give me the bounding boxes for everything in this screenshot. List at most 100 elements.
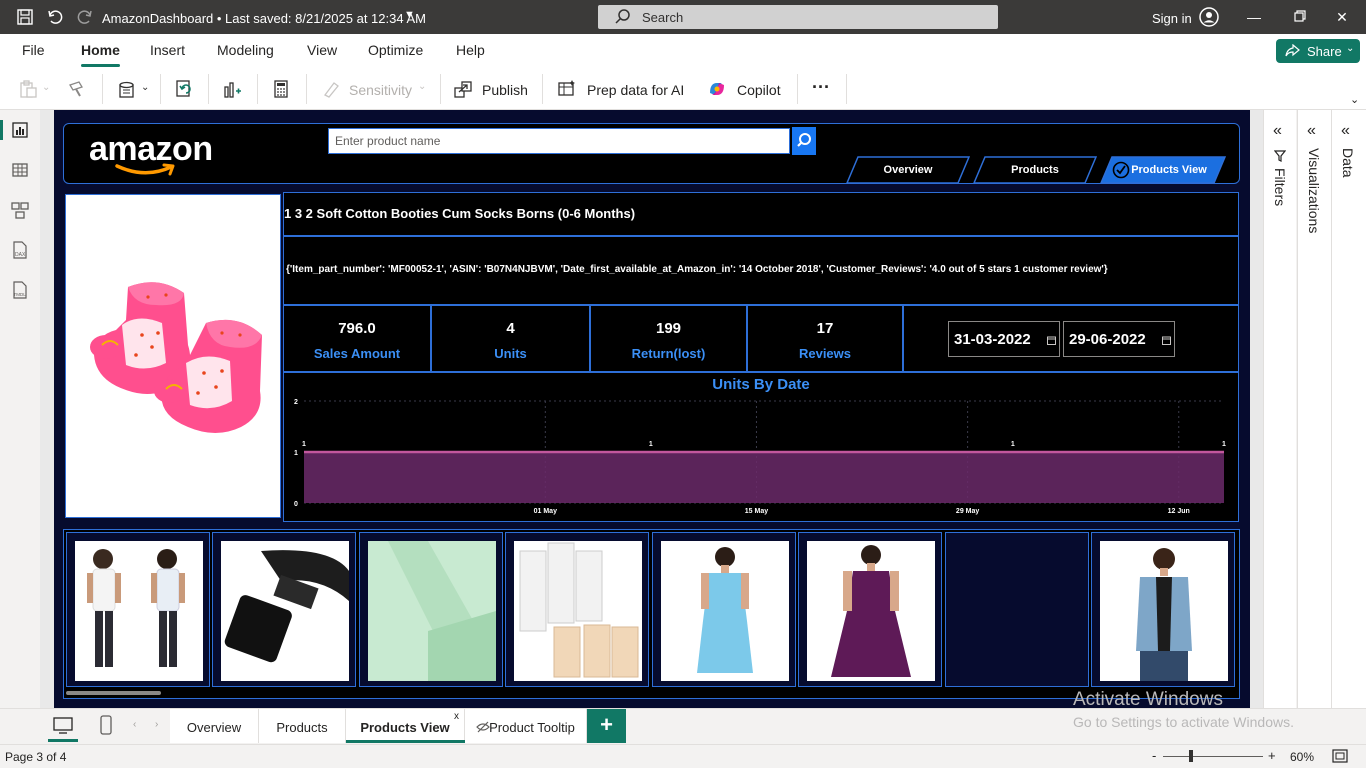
zoom-slider[interactable]	[1163, 756, 1263, 757]
search-icon	[797, 133, 811, 147]
svg-text:DAX: DAX	[15, 252, 26, 258]
data-label: 1	[649, 441, 653, 448]
visualizations-pane[interactable]: « Visualizations	[1297, 110, 1331, 708]
undo-icon[interactable]	[46, 8, 64, 26]
gallery-item[interactable]	[1091, 532, 1235, 687]
ribbon-separator	[160, 74, 161, 104]
report-view-icon[interactable]	[10, 120, 30, 140]
chevron-down-icon[interactable]: ⌄	[141, 82, 149, 93]
ribbon-separator	[542, 74, 543, 104]
data-pane[interactable]: « Data	[1331, 110, 1366, 708]
gallery-item[interactable]	[212, 532, 356, 687]
menu-help[interactable]: Help	[456, 42, 485, 58]
fit-to-page-icon[interactable]	[1332, 749, 1348, 763]
end-date-field[interactable]: 29-06-2022	[1063, 321, 1175, 357]
nav-tab-overview[interactable]: Overview	[846, 156, 970, 184]
chevron-down-icon[interactable]: ▼	[404, 9, 415, 21]
end-date: 29-06-2022	[1069, 331, 1146, 348]
gallery-item[interactable]	[505, 532, 649, 687]
collapse-ribbon-icon[interactable]: ⌄	[1350, 93, 1359, 106]
nav-tab-products[interactable]: Products	[973, 156, 1097, 184]
document-title[interactable]: AmazonDashboard • Last saved: 8/21/2025 …	[102, 11, 426, 26]
page-tab-products[interactable]: Products	[259, 709, 346, 743]
calendar-icon[interactable]	[1047, 336, 1056, 345]
publish-button[interactable]: Publish	[482, 82, 528, 98]
menu-home[interactable]: Home	[81, 42, 120, 58]
expand-visualizations-icon[interactable]: «	[1307, 122, 1316, 140]
paste-icon[interactable]	[18, 79, 38, 99]
expand-filters-icon[interactable]: «	[1273, 122, 1282, 140]
sign-in-link[interactable]: Sign in	[1152, 11, 1192, 26]
desktop-layout-icon[interactable]	[53, 717, 73, 735]
zoom-level[interactable]: 60%	[1290, 750, 1314, 764]
model-view-icon[interactable]	[10, 200, 30, 220]
menu-modeling[interactable]: Modeling	[217, 42, 274, 58]
dax-query-icon[interactable]: DAX	[10, 240, 30, 260]
gallery-item[interactable]	[66, 532, 210, 687]
zoom-in-icon[interactable]: +	[1268, 748, 1276, 763]
chevron-left-icon[interactable]: ‹	[133, 719, 136, 730]
search-box[interactable]: Search	[598, 5, 998, 29]
units-by-date-chart[interactable]: Units By Date 0 1 2 01 May 15 May 29 May 12 Ju…	[283, 372, 1239, 522]
menu-file[interactable]: File	[22, 42, 45, 58]
mobile-layout-icon[interactable]	[100, 715, 112, 735]
prep-data-button[interactable]: Prep data for AI	[587, 82, 684, 98]
chevron-down-icon[interactable]: ⌄	[418, 81, 426, 92]
tmdl-view-icon[interactable]: TMDL	[10, 280, 30, 300]
nav-tab-products-view[interactable]: Products View	[1100, 156, 1226, 184]
sensitivity-label[interactable]: Sensitivity	[349, 82, 412, 98]
copilot-button[interactable]: Copilot	[737, 82, 781, 98]
prep-data-icon[interactable]	[557, 79, 577, 99]
chevron-down-icon[interactable]: ⌄	[42, 82, 50, 93]
gallery-item[interactable]	[359, 532, 503, 687]
page-tab-overview[interactable]: Overview	[170, 709, 259, 743]
gallery-scrollbar[interactable]	[66, 691, 161, 695]
copilot-icon[interactable]	[707, 79, 727, 99]
calculator-icon[interactable]	[271, 79, 291, 99]
page-tab-products-view[interactable]: Products View x	[346, 709, 465, 743]
share-button[interactable]: Share ⌄	[1276, 39, 1360, 63]
gallery-item-empty[interactable]	[945, 532, 1089, 687]
close-icon[interactable]: ✕	[1333, 8, 1351, 26]
maximize-icon[interactable]	[1291, 8, 1309, 26]
product-search-input[interactable]	[328, 128, 790, 154]
ribbon: ⌄ ⌄ Sensitivity ⌄ Publish Prep data for …	[0, 68, 1366, 110]
zoom-slider-thumb[interactable]	[1189, 750, 1193, 762]
product-image	[65, 194, 281, 518]
menu-view[interactable]: View	[307, 42, 337, 58]
y-tick-label: 1	[294, 450, 298, 457]
calendar-icon[interactable]	[1162, 336, 1171, 345]
nav-tab-label: Products	[1011, 164, 1059, 176]
menu-bar: File Home Insert Modeling View Optimize …	[0, 34, 1366, 68]
menu-insert[interactable]: Insert	[150, 42, 185, 58]
close-tab-icon[interactable]: x	[454, 711, 459, 722]
format-painter-icon[interactable]	[67, 79, 87, 99]
new-visual-icon[interactable]	[222, 79, 242, 99]
save-icon[interactable]	[16, 8, 34, 26]
gallery-item[interactable]	[798, 532, 942, 687]
minimize-icon[interactable]: —	[1245, 8, 1263, 26]
page-tab-product-tooltip[interactable]: Product Tooltip	[465, 709, 587, 743]
more-options-icon[interactable]: ···	[812, 77, 830, 98]
refresh-icon[interactable]	[174, 79, 194, 99]
expand-data-icon[interactable]: «	[1341, 122, 1350, 140]
menu-optimize[interactable]: Optimize	[368, 42, 423, 58]
ribbon-separator	[257, 74, 258, 104]
kpi-units: 4 Units	[431, 305, 590, 372]
add-page-button[interactable]: +	[587, 709, 626, 743]
avatar-icon[interactable]	[1199, 7, 1219, 27]
sensitivity-icon[interactable]	[321, 79, 341, 99]
get-data-icon[interactable]	[117, 79, 137, 99]
gallery-item[interactable]	[652, 532, 796, 687]
product-thumbnail	[807, 541, 935, 681]
filters-pane[interactable]: « Filters	[1263, 110, 1296, 708]
zoom-out-icon[interactable]: -	[1152, 748, 1156, 763]
start-date-field[interactable]: 31-03-2022	[948, 321, 1060, 357]
publish-icon[interactable]	[453, 79, 473, 99]
redo-icon[interactable]	[76, 8, 94, 26]
amazon-logo: amazon	[89, 130, 219, 178]
product-search-button[interactable]	[792, 127, 816, 155]
kpi-value: 4	[506, 320, 515, 337]
table-view-icon[interactable]	[10, 160, 30, 180]
chevron-right-icon[interactable]: ›	[155, 719, 158, 730]
